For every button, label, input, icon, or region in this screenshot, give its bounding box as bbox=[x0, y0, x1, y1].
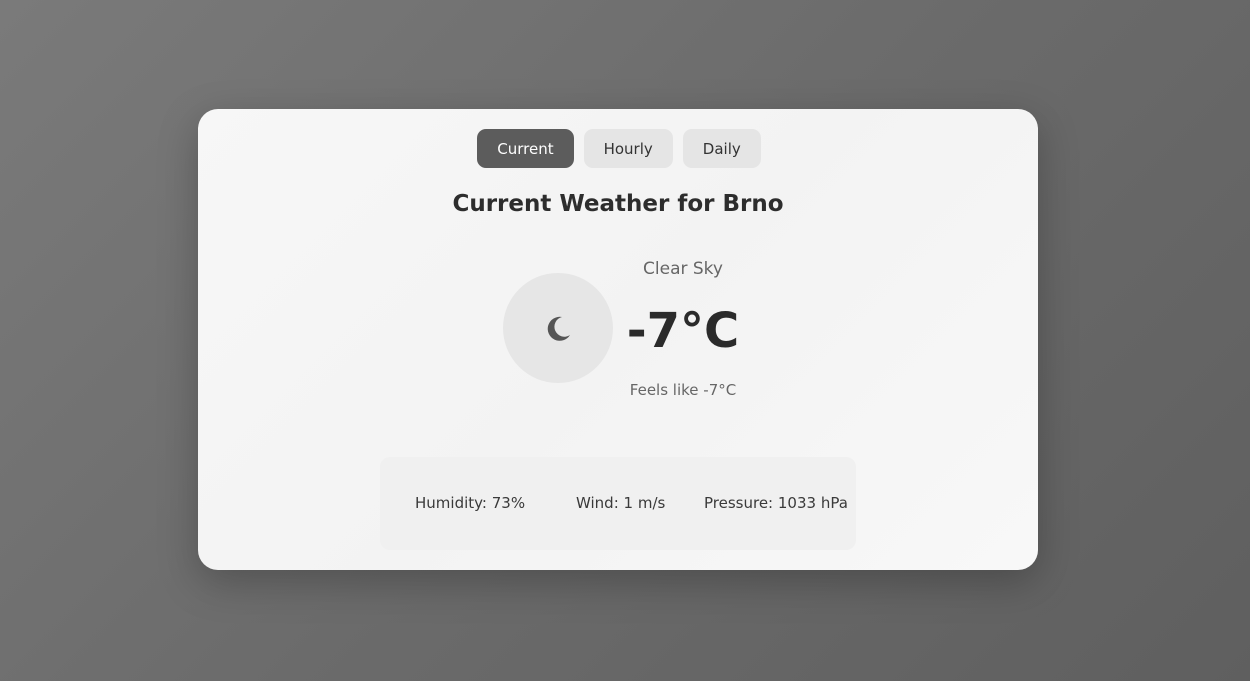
page-title: Current Weather for Brno bbox=[452, 191, 784, 217]
weather-card: Current Hourly Daily Current Weather for… bbox=[198, 109, 1038, 570]
temperature-value: -7°C bbox=[626, 303, 740, 359]
condition-label: Clear Sky bbox=[643, 259, 723, 279]
humidity-stat: Humidity: 73% bbox=[415, 494, 526, 512]
tab-hourly[interactable]: Hourly bbox=[583, 129, 673, 168]
pressure-stat: Pressure: 1033 hPa bbox=[704, 494, 848, 512]
tab-current[interactable]: Current bbox=[477, 129, 574, 168]
feels-like-label: Feels like -7°C bbox=[629, 381, 737, 399]
details-panel: Humidity: 73% Wind: 1 m/s Pressure: 1033… bbox=[380, 457, 856, 550]
moon-icon bbox=[547, 316, 570, 341]
tab-daily[interactable]: Daily bbox=[682, 129, 761, 168]
tab-bar: Current Hourly Daily bbox=[198, 129, 1038, 168]
weather-icon-container bbox=[503, 273, 613, 383]
wind-stat: Wind: 1 m/s bbox=[576, 494, 666, 512]
